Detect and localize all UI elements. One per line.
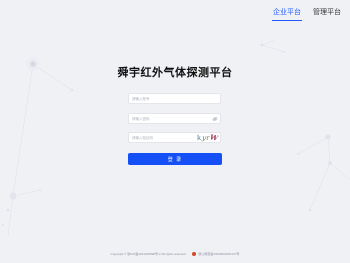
tab-management-platform[interactable]: 管理平台: [312, 5, 342, 21]
eye-off-icon[interactable]: [212, 116, 218, 122]
footer: Copyright © 浙ICP备2021015598号-2 All right…: [0, 252, 350, 257]
page-title: 舜宇红外气体探测平台: [117, 67, 233, 79]
account-field: [128, 93, 221, 104]
police-record-text: 浙公网安备33028102001137号: [198, 252, 240, 256]
police-record[interactable]: 浙公网安备33028102001137号: [192, 252, 240, 257]
login-button[interactable]: 登 录: [128, 153, 222, 165]
captcha-field: k y r W: [128, 132, 221, 143]
captcha-image[interactable]: k y r W: [197, 132, 220, 143]
captcha-char: W: [209, 132, 220, 143]
password-field: [128, 113, 221, 124]
copyright-text: Copyright © 浙ICP备2021015598号-2 All right…: [110, 252, 187, 257]
captcha-input[interactable]: [129, 133, 202, 142]
police-badge-icon: [192, 252, 197, 257]
password-input[interactable]: [129, 114, 202, 123]
platform-tabs: 企业平台 管理平台: [272, 5, 342, 21]
account-input[interactable]: [129, 94, 202, 103]
tab-enterprise-platform[interactable]: 企业平台: [272, 5, 302, 21]
